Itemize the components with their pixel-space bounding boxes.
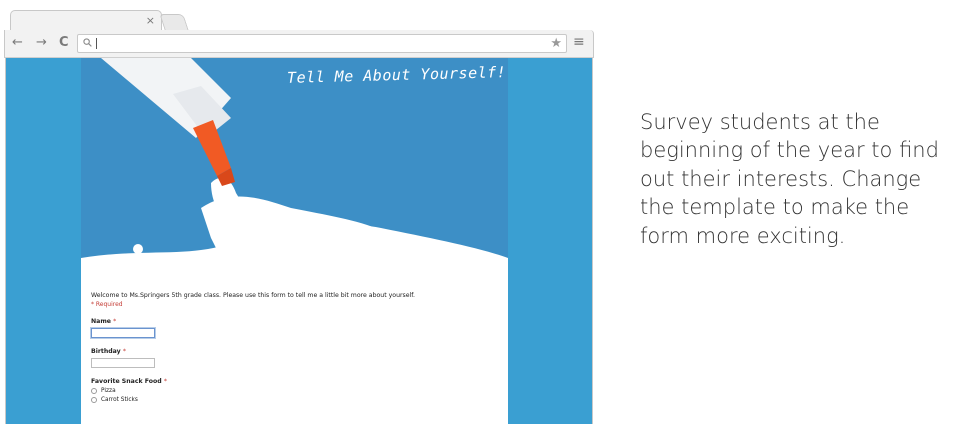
back-arrow-icon[interactable]: ← bbox=[12, 35, 23, 51]
tab-close-icon[interactable]: × bbox=[146, 14, 155, 27]
search-icon bbox=[83, 38, 92, 47]
birthday-input[interactable] bbox=[91, 358, 155, 368]
browser-menu-icon[interactable]: ≡ bbox=[573, 34, 585, 50]
reload-icon[interactable]: C bbox=[59, 35, 69, 51]
description-text: Survey students at the beginning of the … bbox=[640, 110, 939, 248]
bookmark-star-icon[interactable]: ★ bbox=[550, 36, 562, 51]
form-intro-text: Welcome to Ms.Springers 5th grade class.… bbox=[91, 292, 415, 299]
tab-strip: × bbox=[4, 8, 596, 32]
question-label-birthday: Birthday * bbox=[91, 348, 126, 355]
question-label-name: Name * bbox=[91, 318, 117, 325]
snack-option-carrot-sticks[interactable]: Carrot Sticks bbox=[91, 397, 491, 403]
name-input[interactable] bbox=[91, 328, 155, 338]
browser-window: × ← → C ★ ≡ Tell Me About Yourself! Welc… bbox=[4, 8, 596, 424]
survey-form: Tell Me About Yourself! Welcome to Ms.Sp… bbox=[81, 58, 508, 424]
question-label-snack: Favorite Snack Food * bbox=[91, 378, 167, 385]
radio-button[interactable] bbox=[91, 397, 97, 403]
glue-bottle-header-image bbox=[81, 58, 508, 290]
forward-arrow-icon[interactable]: → bbox=[36, 35, 47, 51]
browser-tab[interactable]: × bbox=[10, 10, 162, 32]
form-body: Welcome to Ms.Springers 5th grade class.… bbox=[91, 292, 491, 403]
snack-option-pizza[interactable]: Pizza bbox=[91, 388, 491, 394]
text-caret bbox=[96, 38, 97, 49]
new-tab-button[interactable] bbox=[159, 14, 189, 30]
address-bar[interactable]: ★ bbox=[77, 34, 567, 53]
browser-toolbar: ← → C ★ ≡ bbox=[4, 30, 594, 58]
page-viewport: Tell Me About Yourself! Welcome to Ms.Sp… bbox=[5, 58, 593, 424]
required-note: * Required bbox=[91, 301, 123, 308]
radio-button[interactable] bbox=[91, 388, 97, 394]
